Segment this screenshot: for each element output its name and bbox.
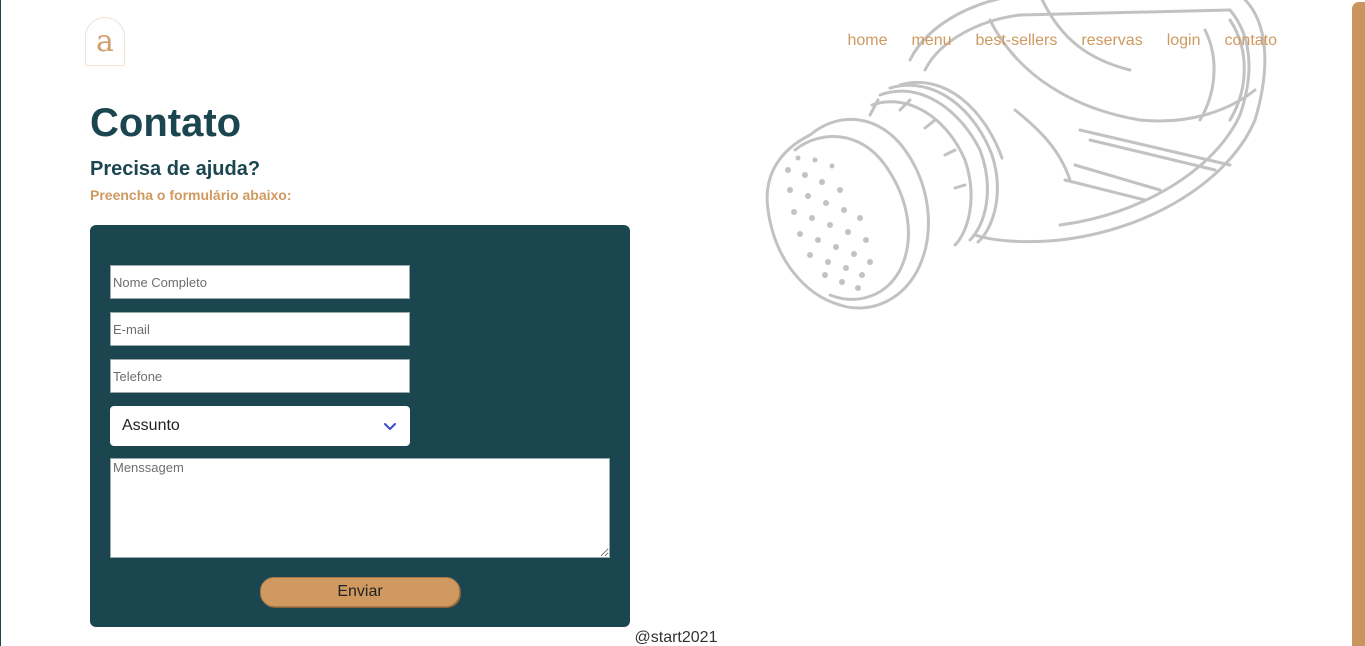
contact-form: Assunto Enviar — [90, 225, 630, 627]
subject-select[interactable]: Assunto — [110, 406, 410, 446]
nav-item-home[interactable]: home — [847, 31, 887, 51]
scrollbar-thumb[interactable] — [1352, 2, 1365, 646]
nav-item-login[interactable]: login — [1167, 31, 1201, 51]
subject-select-value: Assunto — [122, 417, 180, 434]
footer-copyright: @start2021 — [634, 629, 718, 646]
page-subtitle: Precisa de ajuda? — [90, 158, 261, 180]
email-input[interactable] — [110, 312, 410, 346]
chevron-down-icon — [384, 423, 396, 430]
logo-letter: a — [96, 23, 114, 59]
main-navigation: home menu best-sellers reservas login co… — [847, 31, 1277, 51]
contact-page: a home menu best-sellers reservas login … — [0, 0, 1365, 646]
form-instruction: Preencha o formulário abaixo: — [90, 187, 292, 203]
nav-item-contato[interactable]: contato — [1225, 31, 1277, 51]
left-border — [0, 0, 1, 646]
nav-item-reservas[interactable]: reservas — [1081, 31, 1142, 51]
message-textarea[interactable] — [110, 458, 610, 558]
nav-item-menu[interactable]: menu — [912, 31, 952, 51]
submit-button[interactable]: Enviar — [260, 577, 460, 607]
page-title: Contato — [90, 101, 242, 145]
nav-item-best-sellers[interactable]: best-sellers — [976, 31, 1058, 51]
brand-logo[interactable]: a — [85, 17, 125, 66]
name-input[interactable] — [110, 265, 410, 299]
phone-input[interactable] — [110, 359, 410, 393]
